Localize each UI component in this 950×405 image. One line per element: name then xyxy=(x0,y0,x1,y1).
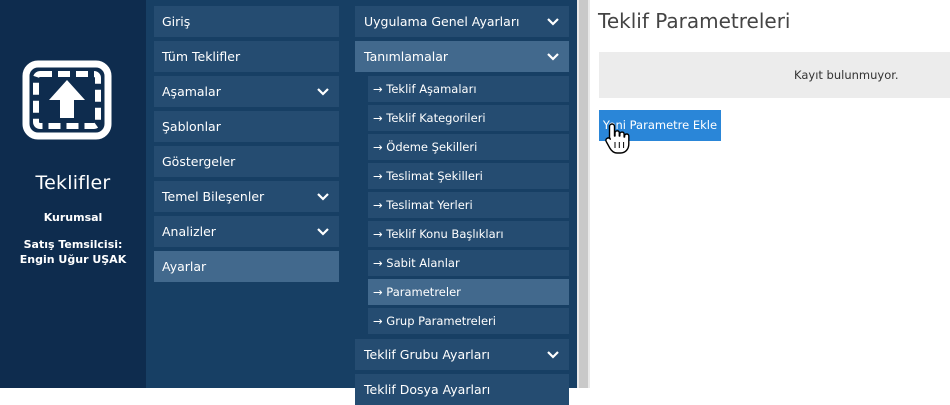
company-type: Kurumsal xyxy=(43,211,103,224)
menu-item-label: Tüm Teklifler xyxy=(162,49,241,64)
submenu-item-label: → Parametreler xyxy=(373,285,461,299)
submenu-item-label: → Teklif Konu Başlıkları xyxy=(373,227,504,241)
chevron-down-icon xyxy=(547,339,559,370)
chevron-down-icon xyxy=(317,216,329,247)
submenu-item-label: → Grup Parametreleri xyxy=(373,314,496,328)
menu-item-label: Aşamalar xyxy=(162,84,221,99)
menu-item-ayarlar[interactable]: Ayarlar xyxy=(154,251,339,282)
menu-item-definitions[interactable]: Tanımlamalar xyxy=(355,41,569,72)
submenu-item-grup-parametreleri[interactable]: → Grup Parametreleri xyxy=(368,308,569,334)
submenu-item-label: → Teslimat Şekilleri xyxy=(373,169,483,183)
menu-item-label: Giriş xyxy=(162,14,191,29)
hand-cursor-icon xyxy=(604,122,632,156)
app-title: Teklifler xyxy=(35,172,111,194)
menu-item-gostergeler[interactable]: Göstergeler xyxy=(154,146,339,177)
submenu-item-teklif-kategorileri[interactable]: → Teklif Kategorileri xyxy=(368,105,569,131)
menu-item-label: Şablonlar xyxy=(162,119,221,134)
submenu-item-teslimat-sekilleri[interactable]: → Teslimat Şekilleri xyxy=(368,163,569,189)
content-area: Teklif Parametreleri Kayıt bulunmuyor. Y… xyxy=(590,0,950,388)
menu-item-label: Ayarlar xyxy=(162,259,207,274)
menu-item-label: Temel Bileşenler xyxy=(162,189,265,204)
brand-panel: Teklifler Kurumsal Satış Temsilcisi: Eng… xyxy=(0,0,146,388)
submenu-item-label: → Teklif Kategorileri xyxy=(373,111,486,125)
chevron-down-icon xyxy=(317,76,329,107)
menu-item-label: Teklif Dosya Ayarları xyxy=(364,382,491,397)
menu-item-general-settings[interactable]: Uygulama Genel Ayarları xyxy=(355,6,569,37)
submenu-item-teklif-asamalari[interactable]: → Teklif Aşamaları xyxy=(368,76,569,102)
scrollbar-thumb[interactable] xyxy=(579,0,588,388)
menu-item-asamalar[interactable]: Aşamalar xyxy=(154,76,339,107)
menu-item-analizler[interactable]: Analizler xyxy=(154,216,339,247)
menu-item-tum-teklifler[interactable]: Tüm Teklifler xyxy=(154,41,339,72)
settings-menu: Uygulama Genel Ayarları Tanımlamalar → T… xyxy=(346,0,577,405)
chevron-down-icon xyxy=(317,181,329,212)
main-menu: Giriş Tüm Teklifler Aşamalar Şablonlar G… xyxy=(146,0,346,388)
submenu-item-label: → Sabit Alanlar xyxy=(373,256,460,270)
menu-item-sablonlar[interactable]: Şablonlar xyxy=(154,111,339,142)
submenu-item-teslimat-yerleri[interactable]: → Teslimat Yerleri xyxy=(368,192,569,218)
menu-item-teklif-grubu-ayarlari[interactable]: Teklif Grubu Ayarları xyxy=(355,339,569,370)
submenu-item-label: → Teklif Aşamaları xyxy=(373,82,477,96)
sales-rep-label: Satış Temsilcisi: xyxy=(23,238,123,251)
submenu-item-odeme-sekilleri[interactable]: → Ödeme Şekilleri xyxy=(368,134,569,160)
submenu-item-parametreler[interactable]: → Parametreler xyxy=(368,279,569,305)
upload-frame-icon xyxy=(22,60,112,140)
menu-item-label: Göstergeler xyxy=(162,154,236,169)
chevron-down-icon xyxy=(547,41,559,72)
menu-item-giris[interactable]: Giriş xyxy=(154,6,339,37)
submenu-item-teklif-konu-basliklari[interactable]: → Teklif Konu Başlıkları xyxy=(368,221,569,247)
sales-rep: Satış Temsilcisi: Engin Uğur UŞAK xyxy=(0,237,146,267)
menu-item-label: Uygulama Genel Ayarları xyxy=(364,14,520,29)
scrollbar[interactable] xyxy=(577,0,590,388)
menu-item-label: Teklif Grubu Ayarları xyxy=(364,347,490,362)
empty-message: Kayıt bulunmuyor. xyxy=(794,68,899,82)
menu-item-label: Analizler xyxy=(162,224,216,239)
sales-rep-name: Engin Uğur UŞAK xyxy=(19,253,127,266)
submenu-item-label: → Teslimat Yerleri xyxy=(373,198,473,212)
submenu-item-label: → Ödeme Şekilleri xyxy=(373,140,478,154)
chevron-down-icon xyxy=(547,6,559,37)
submenu-item-sabit-alanlar[interactable]: → Sabit Alanlar xyxy=(368,250,569,276)
menu-item-temel-bilesenler[interactable]: Temel Bileşenler xyxy=(154,181,339,212)
empty-state: Kayıt bulunmuyor. xyxy=(599,52,950,98)
page-title: Teklif Parametreleri xyxy=(598,9,791,33)
menu-item-label: Tanımlamalar xyxy=(364,49,449,64)
menu-item-teklif-dosya-ayarlari[interactable]: Teklif Dosya Ayarları xyxy=(355,374,569,405)
